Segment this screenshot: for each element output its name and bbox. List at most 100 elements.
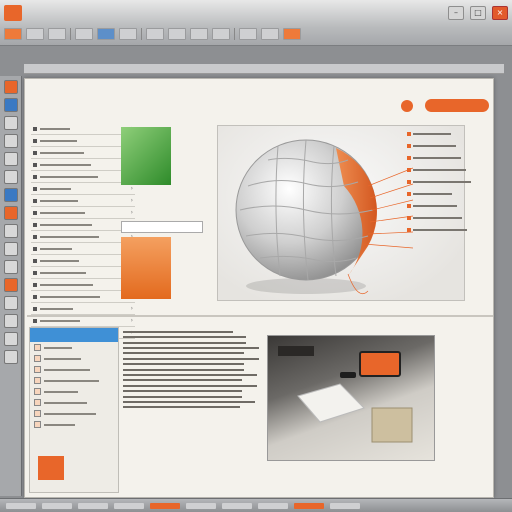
side-panel-item-label — [44, 346, 72, 349]
dock-icon-zoom[interactable] — [3, 242, 18, 256]
toolbar-button-2[interactable] — [26, 28, 44, 40]
green-color-swatch[interactable] — [121, 127, 171, 185]
dock-icon-select[interactable] — [3, 98, 18, 112]
action-pill-button[interactable] — [425, 99, 489, 112]
dock-icon-shape[interactable] — [3, 206, 18, 220]
pill-dot-icon[interactable] — [401, 100, 413, 112]
dock-icon-home[interactable] — [3, 80, 18, 94]
dock-icon-crop[interactable] — [3, 134, 18, 148]
side-panel-title[interactable] — [30, 328, 118, 342]
dock-icon-export[interactable] — [3, 350, 18, 364]
side-panel-badge[interactable] — [38, 456, 64, 480]
side-panel-item[interactable] — [30, 375, 118, 386]
side-panel-item[interactable] — [30, 397, 118, 408]
toolbar-button-1[interactable] — [4, 28, 22, 40]
list-item[interactable]: › — [31, 147, 135, 159]
callout-labels — [407, 129, 485, 239]
side-panel-item[interactable] — [30, 408, 118, 419]
list-item[interactable]: › — [31, 267, 135, 279]
bullet-icon — [33, 306, 37, 311]
status-segment-4[interactable] — [114, 502, 144, 509]
toolbar-button-7[interactable] — [146, 28, 164, 40]
side-panel-item-label — [44, 379, 99, 382]
toolbar-button-3[interactable] — [48, 28, 66, 40]
side-panel-item[interactable] — [30, 342, 118, 353]
text-column-body — [123, 331, 263, 408]
toolbar-button-9[interactable] — [190, 28, 208, 40]
status-segment-9[interactable] — [294, 502, 324, 509]
callout-marker-icon — [407, 143, 411, 148]
callout-item — [407, 213, 485, 222]
orange-color-swatch[interactable] — [121, 237, 171, 299]
document-canvas[interactable]: ›››››››››››››››››› — [24, 78, 494, 498]
app-icon[interactable] — [4, 5, 22, 21]
callout-item — [407, 165, 485, 174]
toolbar-button-11[interactable] — [239, 28, 257, 40]
list-item[interactable]: › — [31, 159, 135, 171]
dock-icon-eraser[interactable] — [3, 170, 18, 184]
ruler[interactable] — [24, 64, 504, 74]
side-panel-item[interactable] — [30, 353, 118, 364]
list-item[interactable]: › — [31, 231, 135, 243]
bullet-icon — [33, 318, 37, 323]
dock-icon-fill[interactable] — [3, 278, 18, 292]
list-item[interactable]: › — [31, 255, 135, 267]
list-item[interactable]: › — [31, 219, 135, 231]
callout-label — [413, 192, 452, 195]
status-segment-8[interactable] — [258, 502, 288, 509]
title-bar: – □ × — [0, 0, 512, 46]
dock-icon-brush[interactable] — [3, 152, 18, 166]
side-panel-item-label — [44, 390, 78, 393]
list-item[interactable]: › — [31, 243, 135, 255]
list-item[interactable]: › — [31, 279, 135, 291]
side-panel-item[interactable] — [30, 364, 118, 375]
toolbar-button-6[interactable] — [119, 28, 137, 40]
callout-label — [413, 204, 457, 207]
list-item[interactable]: › — [31, 135, 135, 147]
section-divider — [27, 315, 493, 317]
list-item[interactable]: › — [31, 303, 135, 315]
toolbar-button-12[interactable] — [261, 28, 279, 40]
toolbar-button-10[interactable] — [212, 28, 230, 40]
list-item[interactable]: › — [31, 195, 135, 207]
side-panel-item[interactable] — [30, 419, 118, 430]
photo-glasses — [340, 372, 356, 378]
dock-icon-hand[interactable] — [3, 260, 18, 274]
dock-icon-move[interactable] — [3, 116, 18, 130]
list-item[interactable]: › — [31, 291, 135, 303]
toolbar-button-13[interactable] — [283, 28, 301, 40]
maximize-icon[interactable]: □ — [470, 6, 486, 20]
list-item[interactable]: › — [31, 207, 135, 219]
minimize-icon[interactable]: – — [448, 6, 464, 20]
status-segment-active[interactable] — [150, 502, 180, 509]
text-line — [123, 406, 240, 408]
swatch-value-field[interactable] — [121, 221, 203, 233]
status-segment-1[interactable] — [6, 502, 36, 509]
status-segment-6[interactable] — [186, 502, 216, 509]
toolbar-button-8[interactable] — [168, 28, 186, 40]
close-icon[interactable]: × — [492, 6, 508, 20]
callout-label — [413, 132, 451, 135]
product-photo — [267, 335, 435, 461]
dock-icon-pen[interactable] — [3, 224, 18, 238]
dock-icon-layers[interactable] — [3, 296, 18, 310]
toolbar-button-4[interactable] — [75, 28, 93, 40]
bullet-icon — [33, 210, 37, 215]
toolbar-divider — [70, 28, 71, 40]
bullet-icon — [33, 126, 37, 131]
side-panel-item-label — [44, 423, 75, 426]
side-panel-item[interactable] — [30, 386, 118, 397]
status-segment-2[interactable] — [42, 502, 72, 509]
dock-icon-history[interactable] — [3, 314, 18, 328]
toolbar-button-5[interactable] — [97, 28, 115, 40]
list-item[interactable]: › — [31, 123, 135, 135]
status-segment-3[interactable] — [78, 502, 108, 509]
status-segment-7[interactable] — [222, 502, 252, 509]
dock-icon-text[interactable] — [3, 188, 18, 202]
text-column — [123, 327, 263, 493]
list-item[interactable]: › — [31, 183, 135, 195]
list-item[interactable]: › — [31, 171, 135, 183]
bullet-icon — [33, 294, 37, 299]
dock-icon-settings[interactable] — [3, 332, 18, 346]
status-segment-10[interactable] — [330, 502, 360, 509]
